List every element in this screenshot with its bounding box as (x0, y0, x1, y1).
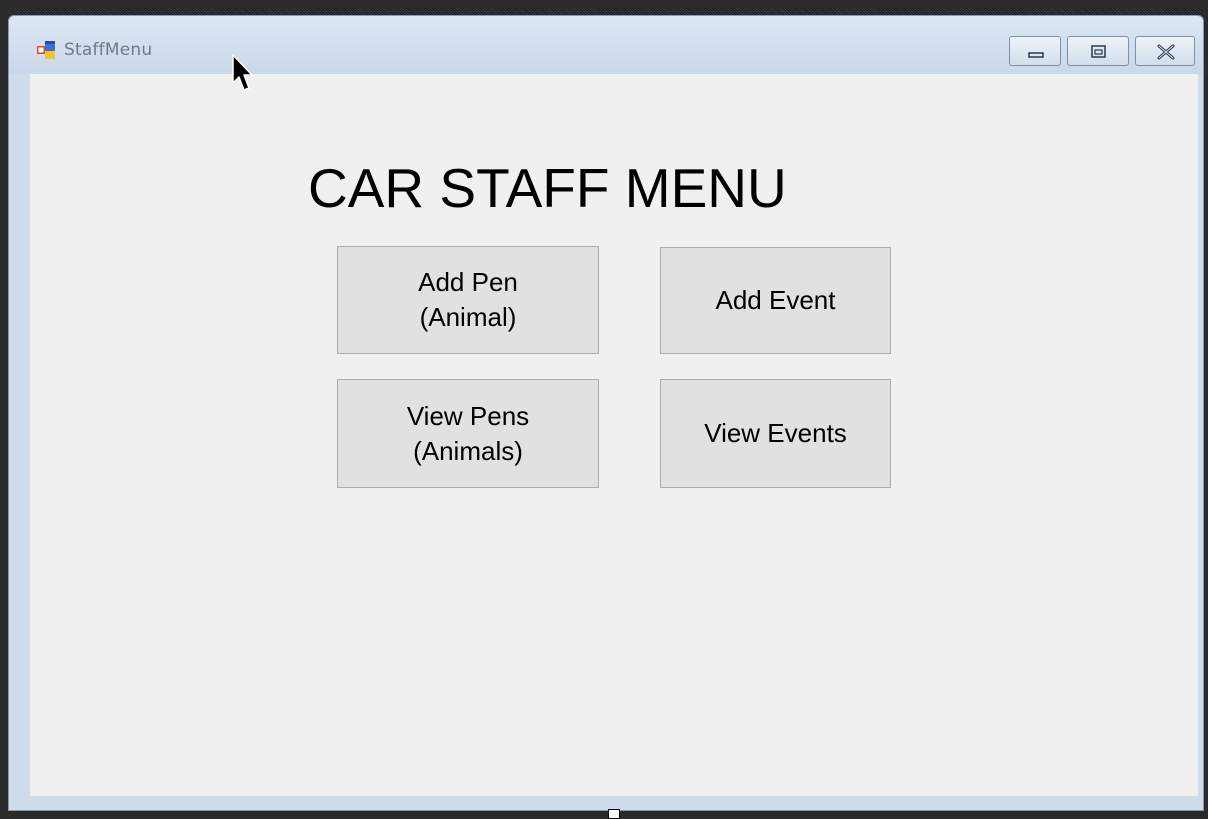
view-pens-button[interactable]: View Pens (Animals) (337, 379, 599, 488)
minimize-icon (1028, 52, 1044, 58)
window-title: StaffMenu (64, 40, 153, 60)
mouse-pointer-icon (232, 54, 253, 91)
minimize-button[interactable] (1009, 36, 1061, 66)
page-title: CAR STAFF MENU (308, 157, 787, 219)
form-client-area: CAR STAFF MENU Add Pen (Animal) Add Even… (30, 74, 1198, 796)
maximize-button[interactable] (1067, 36, 1129, 66)
title-bar[interactable]: StaffMenu (9, 16, 1203, 74)
maximize-icon (1091, 45, 1106, 58)
close-button[interactable] (1135, 36, 1195, 66)
winforms-app-icon (37, 41, 55, 59)
add-event-button[interactable]: Add Event (660, 247, 891, 354)
form-window: StaffMenu CAR STAFF MENU Add Pen (Animal… (8, 15, 1204, 811)
resize-handle[interactable] (608, 809, 620, 819)
add-pen-button[interactable]: Add Pen (Animal) (337, 246, 599, 354)
close-icon (1157, 44, 1175, 60)
view-events-button[interactable]: View Events (660, 379, 891, 488)
